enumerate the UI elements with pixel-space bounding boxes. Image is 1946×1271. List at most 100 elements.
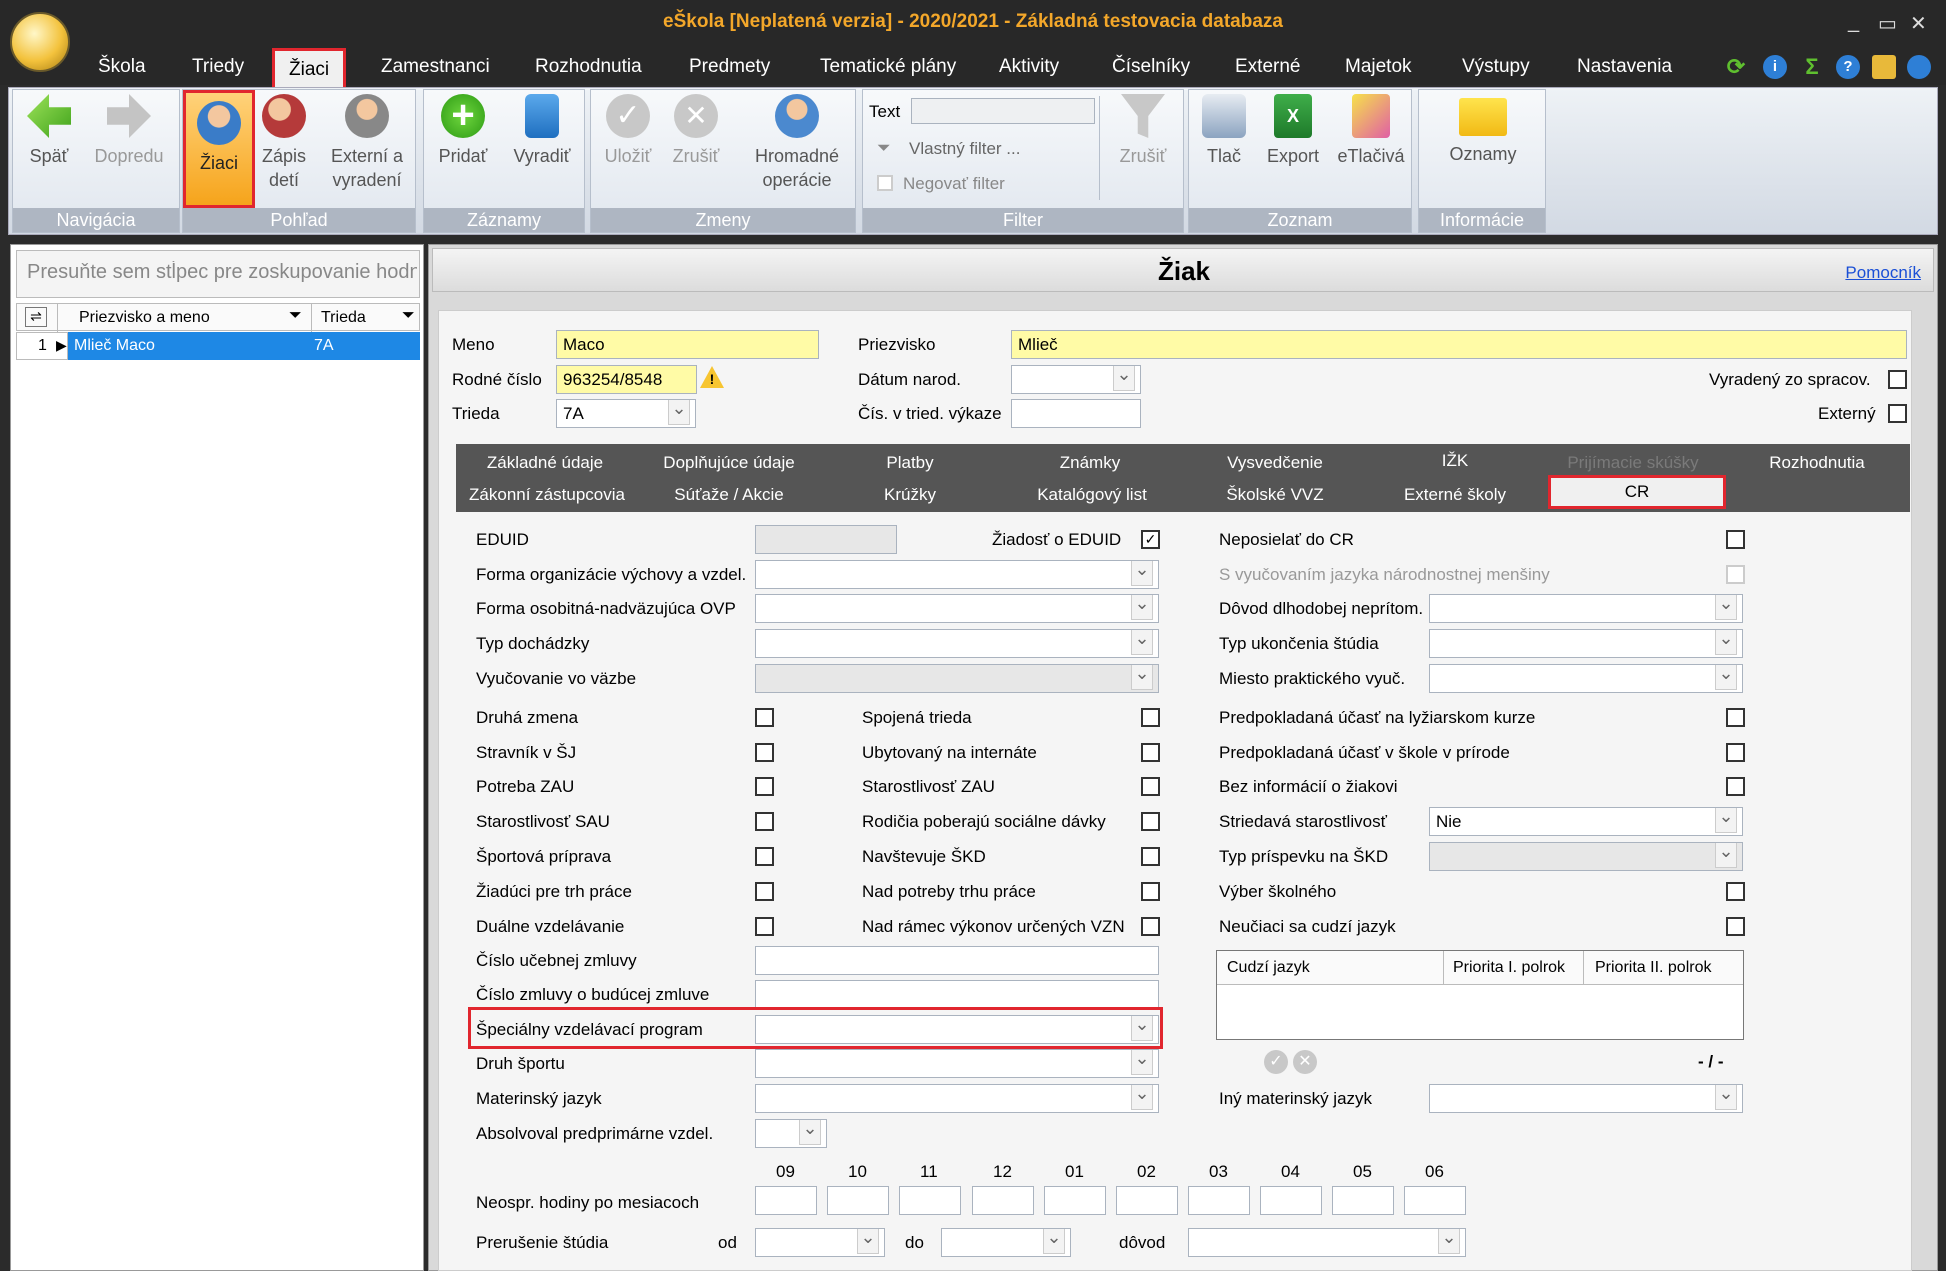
tab-sutaze-akcie[interactable]: Súťaže / Akcie bbox=[654, 485, 804, 505]
add-button[interactable]: + Pridať bbox=[430, 94, 496, 168]
typ-dochadzky-select[interactable] bbox=[755, 629, 1159, 658]
remove-button[interactable]: Vyradiť bbox=[504, 94, 580, 168]
rodne-cislo-input[interactable]: 963254/8548 bbox=[556, 365, 697, 394]
navstevuje-skd-checkbox[interactable] bbox=[1141, 847, 1160, 866]
vyuc-vazbe-select[interactable] bbox=[755, 664, 1159, 693]
tab-kruzky[interactable]: Krúžky bbox=[850, 485, 970, 505]
iny-materinsky-select[interactable] bbox=[1429, 1084, 1743, 1113]
tab-katalogovy-list[interactable]: Katalógový list bbox=[1030, 485, 1154, 505]
externy-checkbox[interactable] bbox=[1888, 404, 1907, 423]
externi-vyradeni-button[interactable]: Externí a vyradení bbox=[321, 94, 413, 192]
print-button[interactable]: Tlač bbox=[1193, 94, 1255, 168]
menu-majetok[interactable]: Majetok bbox=[1345, 56, 1412, 78]
druh-sportu-select[interactable] bbox=[755, 1049, 1159, 1078]
menu-externe[interactable]: Externé bbox=[1235, 56, 1300, 78]
tab-doplnujuce-udaje[interactable]: Doplňujúce údaje bbox=[644, 453, 814, 473]
clear-filter-button[interactable]: Zrušiť bbox=[1107, 94, 1179, 168]
nad-ramec-checkbox[interactable] bbox=[1141, 917, 1160, 936]
menu-ciselniky[interactable]: Číselníky bbox=[1112, 56, 1190, 78]
ubytovany-checkbox[interactable] bbox=[1141, 743, 1160, 762]
svp-select[interactable] bbox=[755, 1015, 1159, 1044]
priezvisko-input[interactable]: Mlieč bbox=[1011, 330, 1907, 359]
menu-nastavenia[interactable]: Nastavenia bbox=[1577, 56, 1672, 78]
potreba-zau-checkbox[interactable] bbox=[755, 777, 774, 796]
settings-icon[interactable] bbox=[1907, 55, 1931, 79]
menu-vystupy[interactable]: Výstupy bbox=[1462, 56, 1530, 78]
filter-name-icon[interactable]: ⏷ bbox=[289, 307, 302, 325]
app-logo-icon[interactable] bbox=[10, 12, 70, 72]
dovod-prerusenia-select[interactable] bbox=[1188, 1228, 1466, 1257]
hours-01-input[interactable] bbox=[1044, 1186, 1106, 1215]
printer-icon[interactable] bbox=[1872, 55, 1896, 79]
minimize-icon[interactable]: _ bbox=[1848, 11, 1859, 34]
col-priorita-1[interactable]: Priorita I. polrok bbox=[1453, 959, 1565, 977]
filter-class-icon[interactable]: ⏷ bbox=[402, 307, 415, 325]
tab-rozhodnutia[interactable]: Rozhodnutia bbox=[1752, 453, 1882, 473]
hours-12-input[interactable] bbox=[972, 1186, 1034, 1215]
info-icon[interactable]: i bbox=[1763, 55, 1787, 79]
help-link[interactable]: Pomocník bbox=[1845, 263, 1921, 283]
tab-skolske-vvz[interactable]: Školské VVZ bbox=[1200, 485, 1350, 505]
trieda-select[interactable]: 7A bbox=[556, 399, 696, 428]
col-cudzi-jazyk[interactable]: Cudzí jazyk bbox=[1227, 959, 1310, 977]
ziadost-eduid-checkbox[interactable]: ✓ bbox=[1141, 530, 1160, 549]
own-filter-link[interactable]: Vlastný filter ... bbox=[909, 139, 1020, 159]
zapis-deti-button[interactable]: Zápis detí bbox=[257, 94, 311, 192]
cancel-lang-icon[interactable]: ✕ bbox=[1293, 1050, 1317, 1074]
tab-platby[interactable]: Platby bbox=[850, 453, 970, 473]
ziaci-view-button[interactable]: Žiaci bbox=[183, 90, 255, 208]
forma-org-select[interactable] bbox=[755, 560, 1159, 589]
ziaduci-trh-checkbox[interactable] bbox=[755, 882, 774, 901]
starostlivost-zau-checkbox[interactable] bbox=[1141, 777, 1160, 796]
stravnik-checkbox[interactable] bbox=[755, 743, 774, 762]
hours-03-input[interactable] bbox=[1188, 1186, 1250, 1215]
confirm-lang-icon[interactable]: ✓ bbox=[1264, 1050, 1288, 1074]
tab-znamky[interactable]: Známky bbox=[1030, 453, 1150, 473]
tab-vysvedcenie[interactable]: Vysvedčenie bbox=[1200, 453, 1350, 473]
spojena-trieda-checkbox[interactable] bbox=[1141, 708, 1160, 727]
cislo-buducej-input[interactable] bbox=[755, 980, 1159, 1009]
vyber-skolneho-checkbox[interactable] bbox=[1726, 882, 1745, 901]
neuciaci-checkbox[interactable] bbox=[1726, 917, 1745, 936]
tab-zakonni-zastupcovia[interactable]: Zákonní zástupcovia bbox=[462, 485, 632, 505]
negate-filter-checkbox[interactable] bbox=[877, 175, 893, 191]
forward-button[interactable]: Dopredu bbox=[83, 94, 175, 168]
bulk-operations-button[interactable]: Hromadné operácie bbox=[741, 94, 853, 192]
save-button[interactable]: ✓ Uložiť bbox=[595, 94, 661, 168]
menu-triedy[interactable]: Triedy bbox=[192, 56, 244, 78]
lyziarsky-checkbox[interactable] bbox=[1726, 708, 1745, 727]
striedava-select[interactable]: Nie bbox=[1429, 807, 1743, 836]
etlaciva-button[interactable]: eTlačivá bbox=[1333, 94, 1409, 168]
typ-ukoncenia-select[interactable] bbox=[1429, 629, 1743, 658]
cancel-button[interactable]: ✕ Zrušiť bbox=[663, 94, 729, 168]
skola-prirode-checkbox[interactable] bbox=[1726, 743, 1745, 762]
menu-aktivity[interactable]: Aktivity bbox=[999, 56, 1059, 78]
back-button[interactable]: Späť bbox=[19, 94, 79, 168]
help-icon[interactable]: ? bbox=[1836, 55, 1860, 79]
close-icon[interactable]: ✕ bbox=[1910, 11, 1927, 36]
starostlivost-sau-checkbox[interactable] bbox=[755, 812, 774, 831]
meno-input[interactable]: Maco bbox=[556, 330, 819, 359]
tab-externe-skoly[interactable]: Externé školy bbox=[1388, 485, 1522, 505]
column-chooser-icon[interactable]: ⇌ bbox=[25, 307, 47, 327]
hours-09-input[interactable] bbox=[755, 1186, 817, 1215]
druha-zmena-checkbox[interactable] bbox=[755, 708, 774, 727]
datum-narod-picker[interactable] bbox=[1011, 365, 1141, 394]
nad-potreby-checkbox[interactable] bbox=[1141, 882, 1160, 901]
export-button[interactable]: X Export bbox=[1257, 94, 1329, 168]
neposielat-checkbox[interactable] bbox=[1726, 530, 1745, 549]
tab-cr[interactable]: CR bbox=[1548, 475, 1726, 509]
menu-rozhodnutia[interactable]: Rozhodnutia bbox=[535, 56, 642, 78]
rodicia-davky-checkbox[interactable] bbox=[1141, 812, 1160, 831]
menu-predmety[interactable]: Predmety bbox=[689, 56, 770, 78]
materinsky-select[interactable] bbox=[755, 1084, 1159, 1113]
col-priorita-2[interactable]: Priorita II. polrok bbox=[1595, 959, 1711, 977]
filter-text-input[interactable] bbox=[911, 98, 1095, 124]
absolvoval-select[interactable] bbox=[755, 1119, 827, 1148]
sportova-priprava-checkbox[interactable] bbox=[755, 847, 774, 866]
od-date-picker[interactable] bbox=[755, 1228, 885, 1257]
table-row[interactable]: 1 ▶ Mlieč Maco 7A bbox=[16, 332, 420, 360]
do-date-picker[interactable] bbox=[941, 1228, 1071, 1257]
bez-informacii-checkbox[interactable] bbox=[1726, 777, 1745, 796]
dualne-checkbox[interactable] bbox=[755, 917, 774, 936]
